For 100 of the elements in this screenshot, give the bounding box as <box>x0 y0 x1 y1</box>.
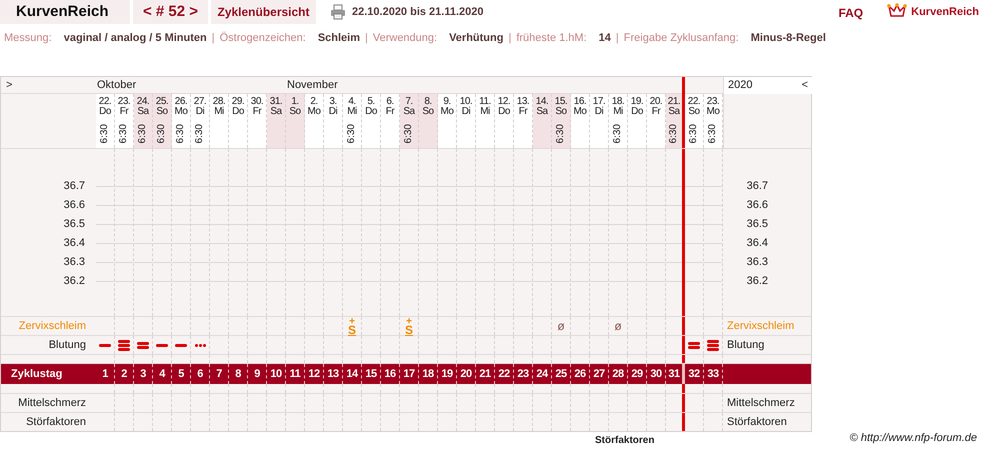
date-label: 16. <box>574 97 586 107</box>
cycle-day-number: 33 <box>707 366 719 382</box>
date-label: 3. <box>329 97 337 107</box>
cervix-symbol: ø <box>614 322 622 330</box>
separator: | <box>212 30 215 46</box>
date-label: 13. <box>516 97 530 107</box>
measurement-time: 6:30 <box>346 124 358 144</box>
setting-value: 14 <box>598 30 611 46</box>
measurement-time: 6:30 <box>688 124 700 144</box>
setting-label: früheste 1.hM: <box>516 30 587 46</box>
weekday-label: Mi <box>480 107 490 117</box>
cycle-day-number: 12 <box>308 366 320 382</box>
cycle-day-number: 22 <box>498 366 510 382</box>
cycle-day-number: 1 <box>102 366 108 382</box>
measurement-time: 6:30 <box>555 124 567 144</box>
weekday-label: Fr <box>652 107 660 117</box>
weekday-label: So <box>422 107 434 117</box>
weekday-label: Mi <box>613 107 623 117</box>
row-label: Zyklustag <box>11 366 62 382</box>
cycle-day-number: 8 <box>235 366 241 382</box>
setting-label: Verwendung: <box>372 30 438 46</box>
date-label: 29. <box>232 97 244 107</box>
cycle-day-number: 17 <box>403 366 415 382</box>
date-label: 19. <box>630 97 644 107</box>
date-label: 15. <box>554 97 568 107</box>
temperature-label: 36.3 <box>64 255 85 270</box>
cycle-day-number: 28 <box>612 366 624 382</box>
setting-value: Schleim <box>318 30 360 46</box>
weekday-label: Do <box>631 107 643 117</box>
setting-label: Östrogenzeichen: <box>220 30 306 46</box>
date-label: 12. <box>498 97 510 107</box>
weekday-label: Sa <box>270 107 282 117</box>
weekday-label: Do <box>365 107 377 117</box>
date-label: 14. <box>536 97 548 107</box>
cycle-day-number: 2 <box>121 366 127 382</box>
date-label: 5. <box>367 97 375 107</box>
cycle-navigation[interactable]: < # 52 > <box>133 0 208 24</box>
cycle-day-number: 10 <box>270 366 282 382</box>
date-label: 23. <box>118 97 130 107</box>
cycle-day-number: 29 <box>631 366 643 382</box>
weekday-label: Fr <box>120 107 128 117</box>
month-label: Oktober <box>96 78 136 93</box>
separator: | <box>616 30 619 46</box>
printer-icon[interactable] <box>330 4 346 20</box>
cycle-day-number: 7 <box>216 366 222 382</box>
cycle-day-number: 21 <box>479 366 491 382</box>
row-label: Störfaktoren <box>26 414 86 430</box>
cervix-symbol: ø <box>557 322 565 330</box>
weekday-label: So <box>289 107 301 117</box>
cycle-day-number: 32 <box>688 366 700 382</box>
row-label: Zervixschleim <box>18 318 86 334</box>
weekday-label: Sa <box>403 107 415 117</box>
temperature-label: 36.4 <box>746 236 768 251</box>
date-label: 9. <box>443 97 451 107</box>
app-title: KurvenReich <box>0 0 130 24</box>
cycle-day-number: 31 <box>668 366 680 382</box>
date-label: 25. <box>156 97 168 107</box>
weekday-label: Mi <box>347 107 357 117</box>
cycle-day-number: 4 <box>159 366 165 382</box>
date-label: 6. <box>386 97 394 107</box>
weekday-label: Mo <box>574 107 586 117</box>
expand-toggle[interactable]: > <box>6 77 12 94</box>
weekday-label: Sa <box>137 107 149 117</box>
cycle-day-number: 25 <box>555 366 567 382</box>
temperature-label: 36.7 <box>746 179 768 194</box>
temperature-label: 36.5 <box>746 217 768 232</box>
measurement-time: 6:30 <box>194 124 206 144</box>
weekday-label: Di <box>196 107 204 117</box>
date-label: 20. <box>650 97 662 107</box>
separator: | <box>365 30 368 46</box>
weekday-label: Mo <box>174 107 188 117</box>
row-label: Mittelschmerz <box>18 396 86 411</box>
cycle-day-number: 24 <box>536 366 548 382</box>
measurement-time: 6:30 <box>118 124 130 144</box>
cycle-day-number: 14 <box>346 366 358 382</box>
weekday-label: Mo <box>706 107 720 117</box>
measurement-time: 6:30 <box>99 124 111 144</box>
date-label: 31. <box>270 97 282 107</box>
date-label: 21. <box>668 97 680 107</box>
temperature-label: 36.6 <box>64 198 85 213</box>
temperature-label: 36.2 <box>64 274 85 289</box>
date-label: 24. <box>136 97 150 107</box>
weekday-label: Mo <box>308 107 320 117</box>
cycle-day-number: 27 <box>593 366 605 382</box>
cycle-day-number: 3 <box>140 366 146 382</box>
date-label: 18. <box>612 97 624 107</box>
collapse-toggle[interactable]: < <box>802 77 808 94</box>
copyright-text: © http://www.nfp-forum.de <box>850 432 977 445</box>
overview-tab[interactable]: Zyklenübersicht <box>211 0 316 24</box>
row-label: Störfaktoren <box>727 414 787 430</box>
faq-link[interactable]: FAQ <box>838 0 864 24</box>
date-label: 26. <box>174 97 188 107</box>
measurement-time: 6:30 <box>668 124 680 144</box>
weekday-label: So <box>688 107 700 117</box>
measurement-time: 6:30 <box>175 124 187 144</box>
date-label: 27. <box>194 97 206 107</box>
date-label: 11. <box>479 97 491 107</box>
weekday-label: Mo <box>440 107 454 117</box>
weekday-label: Fr <box>252 107 262 117</box>
date-label: 17. <box>592 97 606 107</box>
